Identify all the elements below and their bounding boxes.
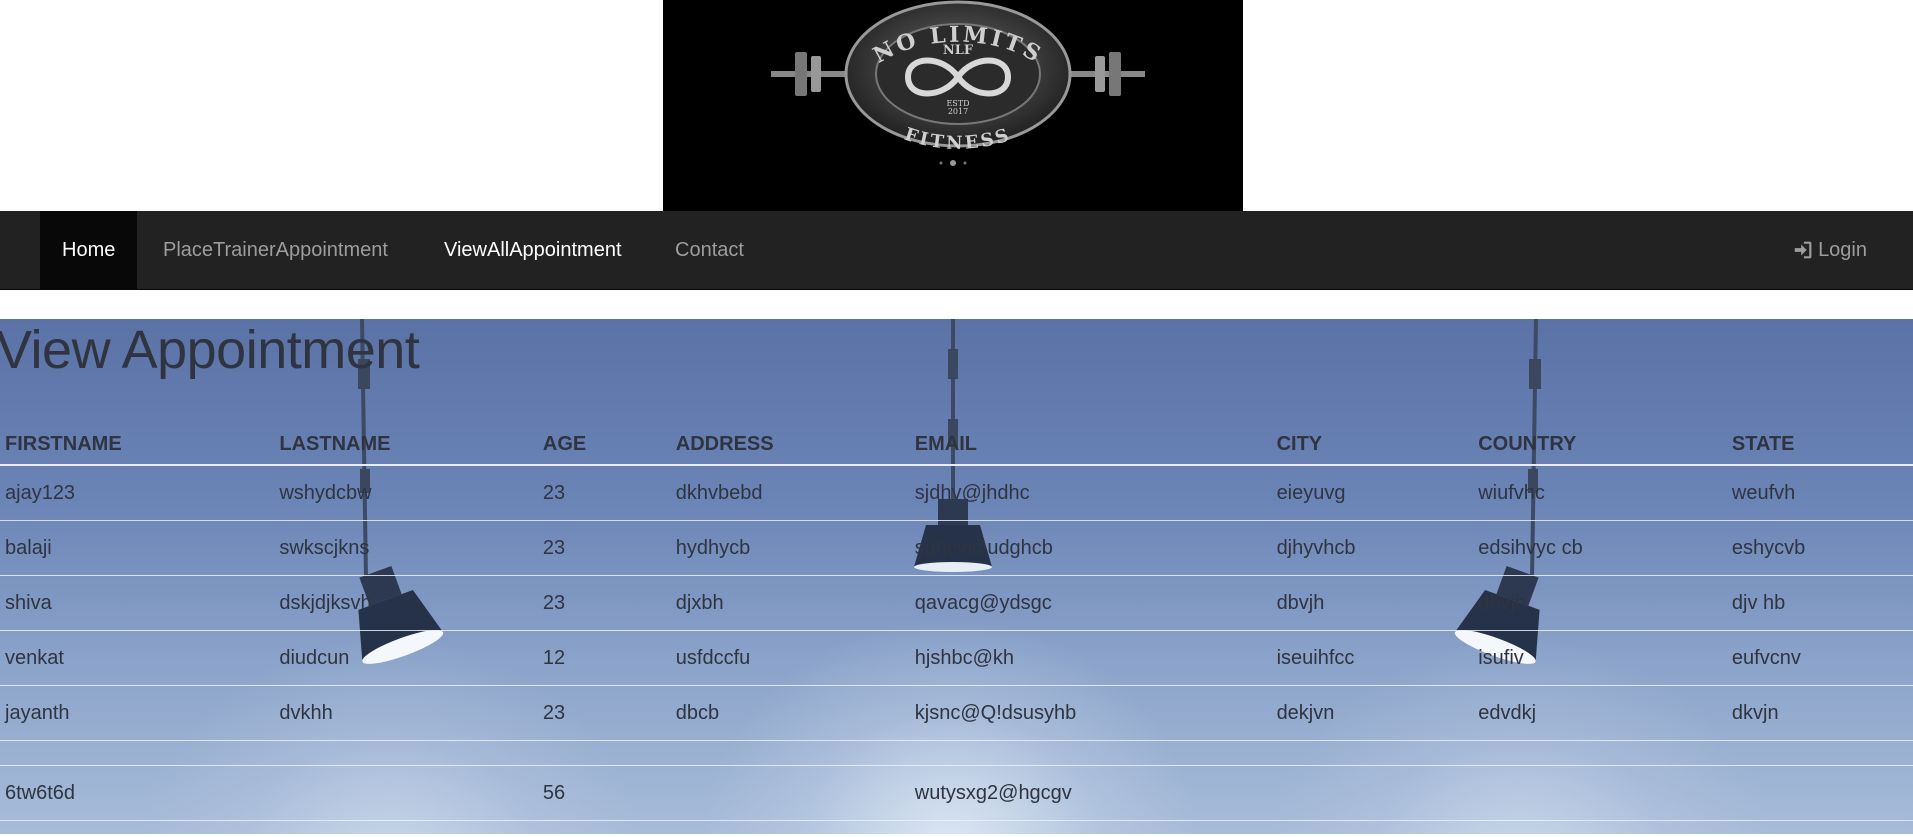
cell-city: [1271, 765, 1474, 821]
table-row: balaji swkscjkns 23 hydhycb sghcv@udghcb…: [0, 520, 1913, 576]
cell-age: 23: [537, 520, 671, 576]
logo-year: 2017: [948, 107, 968, 116]
cell-address: djxbh: [670, 575, 910, 631]
cell-age: [537, 740, 671, 766]
cell-state: [1726, 740, 1913, 766]
cell-address: dbcb: [670, 685, 910, 741]
nav-contact[interactable]: Contact: [653, 211, 766, 289]
cell-firstname: ajay123: [0, 465, 275, 521]
cell-city: djhyvhcb: [1271, 520, 1474, 576]
cell-country: isufiv: [1473, 630, 1727, 686]
cell-lastname: diudcun: [274, 630, 538, 686]
cell-age: 12: [537, 630, 671, 686]
cell-address: hydhycb: [670, 520, 910, 576]
column-header-address: ADDRESS: [670, 425, 910, 466]
cell-lastname: wshydcbw: [274, 465, 538, 521]
cell-lastname: swkscjkns: [274, 520, 538, 576]
cell-country: edsihvyc cb: [1473, 520, 1727, 576]
cell-address: usfdccfu: [670, 630, 910, 686]
nav-place-trainer-appointment[interactable]: PlaceTrainerAppointment: [141, 211, 410, 289]
table-row: venkat diudcun 12 usfdccfu hjshbc@kh ise…: [0, 630, 1913, 686]
no-limits-fitness-logo: NO LIMITS FITNESS NLF ESTD 2017: [771, 0, 1145, 166]
cell-city: iseuihfcc: [1271, 630, 1474, 686]
cell-country: wiufvhc: [1473, 465, 1727, 521]
table-row: shiva dskjdjksvh 23 djxbh qavacg@ydsgc d…: [0, 575, 1913, 631]
cell-address: [670, 740, 910, 766]
cell-firstname: balaji: [0, 520, 275, 576]
cell-lastname: [274, 740, 538, 766]
logo-banner: NO LIMITS FITNESS NLF ESTD 2017: [663, 0, 1243, 211]
cell-firstname: [0, 740, 275, 766]
cell-email: qavacg@ydsgc: [909, 575, 1272, 631]
cell-state: [1726, 765, 1913, 821]
column-header-city: CITY: [1271, 425, 1474, 466]
cell-age: 56: [537, 765, 671, 821]
cell-city: eieyuvg: [1271, 465, 1474, 521]
table-row: 6tw6t6d 56 wutysxg2@hgcgv: [0, 765, 1913, 821]
cell-city: [1271, 740, 1474, 766]
cell-state: djv hb: [1726, 575, 1913, 631]
column-header-lastname: LASTNAME: [274, 425, 538, 466]
cell-address: [670, 765, 910, 821]
cell-lastname: dvkhh: [274, 685, 538, 741]
table-header-row: FIRSTNAME LASTNAME AGE ADDRESS EMAIL CIT…: [0, 425, 1913, 466]
column-header-age: AGE: [537, 425, 671, 466]
cell-email: [909, 740, 1272, 766]
nav-home[interactable]: Home: [40, 211, 138, 289]
logo-monogram: NLF: [943, 43, 974, 58]
cell-state: eshycvb: [1726, 520, 1913, 576]
column-header-state: STATE: [1726, 425, 1913, 466]
cell-country: edvdkj: [1473, 685, 1727, 741]
cell-email: sghcv@udghcb: [909, 520, 1272, 576]
cell-firstname: jayanth: [0, 685, 275, 741]
login-link[interactable]: Login: [1770, 211, 1889, 289]
appointments-table: FIRSTNAME LASTNAME AGE ADDRESS EMAIL CIT…: [0, 425, 1913, 821]
cell-country: [1473, 765, 1727, 821]
page-title: View Appointment: [0, 320, 420, 380]
cell-email: hjshbc@kh: [909, 630, 1272, 686]
cell-address: dkhvbebd: [670, 465, 910, 521]
cell-city: dbvjh: [1271, 575, 1474, 631]
cell-country: [1473, 740, 1727, 766]
cell-lastname: [274, 765, 538, 821]
nav-view-all-appointment[interactable]: ViewAllAppointment: [422, 211, 644, 289]
table-row: [0, 740, 1913, 766]
cell-state: eufvcnv: [1726, 630, 1913, 686]
cell-email: wutysxg2@hgcgv: [909, 765, 1272, 821]
cell-age: 23: [537, 685, 671, 741]
cell-firstname: venkat: [0, 630, 275, 686]
cell-state: dkvjn: [1726, 685, 1913, 741]
cell-firstname: shiva: [0, 575, 275, 631]
cell-country: dbvjh: [1473, 575, 1727, 631]
top-navbar: Home PlaceTrainerAppointment ViewAllAppo…: [0, 211, 1913, 290]
cell-state: weufvh: [1726, 465, 1913, 521]
column-header-firstname: FIRSTNAME: [0, 425, 275, 466]
cell-age: 23: [537, 465, 671, 521]
sign-in-icon: [1794, 241, 1812, 259]
cell-lastname: dskjdjksvh: [274, 575, 538, 631]
cell-city: dekjvn: [1271, 685, 1474, 741]
cell-firstname: 6tw6t6d: [0, 765, 275, 821]
cell-email: kjsnc@Q!dsusyhb: [909, 685, 1272, 741]
table-row: jayanth dvkhh 23 dbcb kjsnc@Q!dsusyhb de…: [0, 685, 1913, 741]
login-label: Login: [1818, 239, 1867, 261]
column-header-email: EMAIL: [909, 425, 1272, 466]
table-row: ajay123 wshydcbw 23 dkhvbebd sjdhv@jhdhc…: [0, 465, 1913, 521]
cell-email: sjdhv@jhdhc: [909, 465, 1272, 521]
appointments-section: View Appointment FIRSTNAME LASTNAME AGE …: [0, 319, 1913, 834]
column-header-country: COUNTRY: [1473, 425, 1727, 466]
cell-age: 23: [537, 575, 671, 631]
